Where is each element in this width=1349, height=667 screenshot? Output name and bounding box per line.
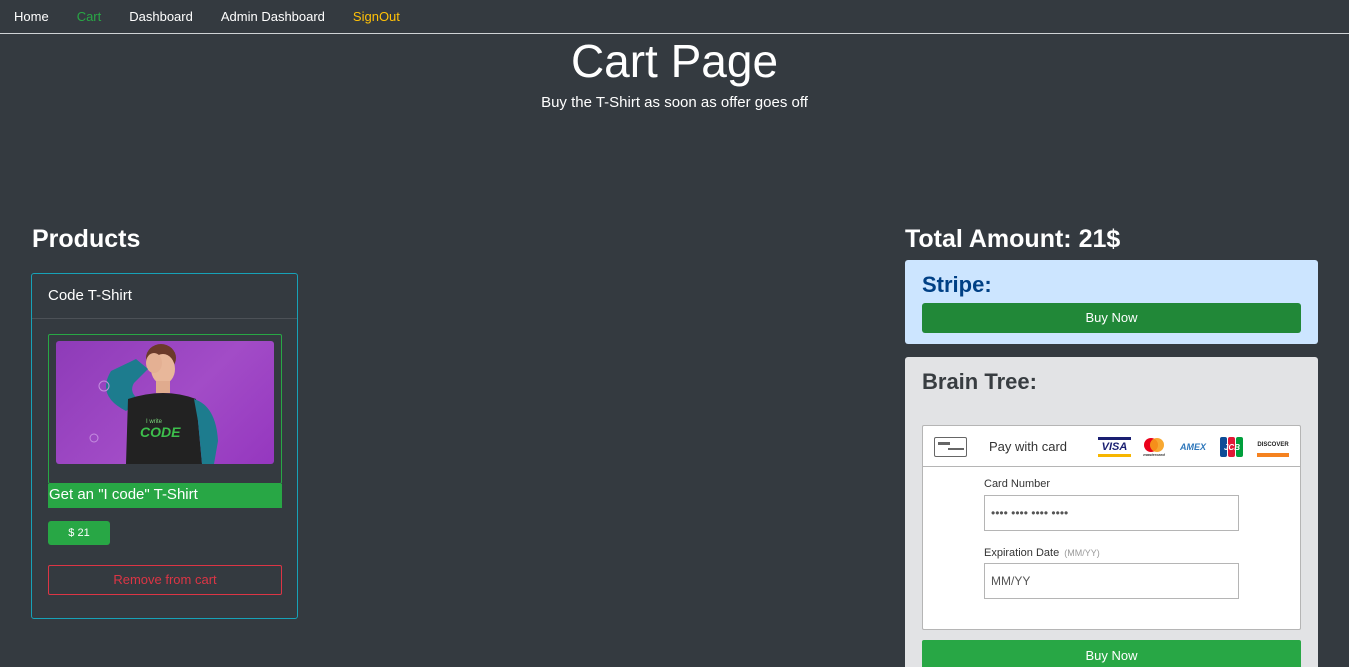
product-description: Get an "I code" T-Shirt: [48, 484, 282, 508]
braintree-panel: Brain Tree: Pay with card VISA mastercar…: [905, 357, 1318, 667]
stripe-buy-now-button[interactable]: Buy Now: [922, 303, 1301, 333]
expiration-date-label: Expiration Date (MM/YY): [984, 547, 1100, 559]
nav-cart[interactable]: Cart: [77, 9, 102, 24]
discover-icon: DISCOVER: [1257, 437, 1289, 457]
total-amount: Total Amount: 21$: [905, 225, 1121, 253]
nav-home[interactable]: Home: [14, 9, 49, 24]
svg-text:mastercard: mastercard: [1143, 452, 1165, 457]
top-navbar: Home Cart Dashboard Admin Dashboard Sign…: [0, 0, 1349, 34]
amex-icon: AMEX: [1179, 442, 1206, 452]
credit-card-icon: [934, 437, 967, 457]
dropin-header: Pay with card VISA mastercard AMEX JCB D…: [923, 426, 1300, 467]
remove-from-cart-button[interactable]: Remove from cart: [48, 565, 282, 595]
expiration-label-text: Expiration Date: [984, 547, 1060, 559]
products-heading: Products: [32, 225, 141, 253]
expiration-hint: (MM/YY): [1064, 548, 1100, 558]
braintree-title: Brain Tree:: [922, 369, 1037, 394]
page-subtitle: Buy the T-Shirt as soon as offer goes of…: [541, 94, 808, 111]
nav-dashboard[interactable]: Dashboard: [129, 9, 193, 24]
price-badge: $ 21: [48, 521, 110, 545]
mastercard-icon: mastercard: [1141, 437, 1167, 457]
stripe-panel: Stripe: Buy Now: [905, 260, 1318, 344]
stripe-title: Stripe:: [922, 272, 992, 297]
product-image-frame: I write CODE: [48, 334, 282, 484]
product-name: Code T-Shirt: [32, 274, 297, 319]
tshirt-photo: I write CODE: [56, 341, 274, 464]
visa-icon: VISA: [1098, 437, 1131, 457]
svg-text:CODE: CODE: [140, 424, 181, 440]
nav-signout[interactable]: SignOut: [353, 9, 400, 24]
card-number-field[interactable]: •••• •••• •••• ••••: [984, 495, 1239, 531]
card-number-label: Card Number: [984, 478, 1051, 490]
page-title: Cart Page: [570, 35, 779, 87]
pay-with-card-label: Pay with card: [989, 439, 1068, 454]
expiration-date-field[interactable]: MM/YY: [984, 563, 1239, 599]
svg-text:JCB: JCB: [1224, 443, 1240, 452]
braintree-dropin: Pay with card VISA mastercard AMEX JCB D…: [922, 425, 1301, 630]
braintree-buy-now-button[interactable]: Buy Now: [922, 640, 1301, 667]
product-card: Code T-Shirt I write CODE Get an "I code…: [31, 273, 298, 619]
jcb-icon: JCB: [1220, 437, 1244, 457]
nav-admin-dashboard[interactable]: Admin Dashboard: [221, 9, 325, 24]
